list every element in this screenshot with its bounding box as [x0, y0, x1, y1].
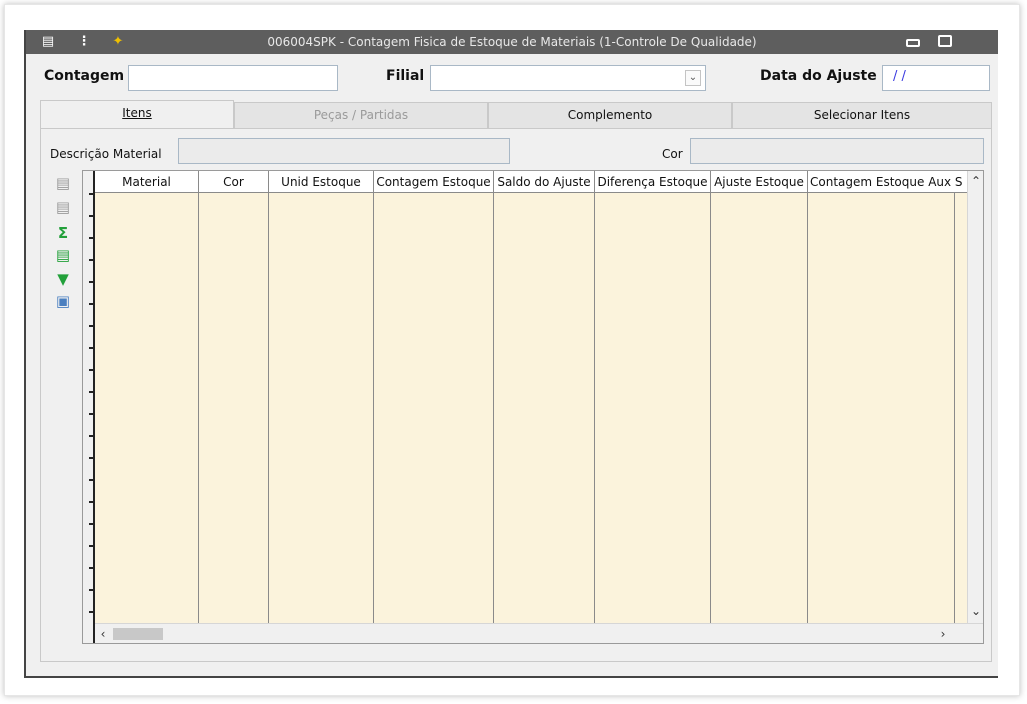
row-tick	[89, 545, 95, 547]
tab-complemento[interactable]: Complemento	[488, 102, 732, 128]
add-row-icon[interactable]: ▤	[54, 174, 72, 192]
column-divider	[710, 193, 711, 623]
row-tick	[89, 479, 95, 481]
row-header	[83, 171, 95, 643]
row-tick	[89, 347, 95, 349]
column-divider	[493, 193, 494, 623]
download-icon[interactable]: ▼	[54, 270, 72, 288]
row-tick	[89, 215, 95, 217]
column-divider	[198, 193, 199, 623]
column-divider	[954, 193, 955, 623]
chevron-up-icon[interactable]: ⌃	[968, 173, 983, 189]
chevron-left-icon[interactable]: ‹	[95, 626, 111, 642]
filial-label: Filial	[386, 68, 425, 84]
app-window: ▤ ⋮ ✦ 006004SPK - Contagem Fisica de Est…	[24, 30, 998, 678]
row-tick	[89, 193, 95, 195]
column-header-contagem-estoque-aux[interactable]: Contagem Estoque Aux S	[808, 171, 969, 193]
chevron-down-icon[interactable]: ⌄	[968, 603, 983, 619]
row-tick	[89, 237, 95, 239]
chevron-down-icon[interactable]: ⌄	[685, 70, 701, 86]
filial-select[interactable]: ⌄	[430, 65, 706, 91]
row-tick	[89, 435, 95, 437]
cor-input[interactable]	[690, 138, 984, 164]
export-icon[interactable]: ▤	[54, 246, 72, 264]
image-icon[interactable]: ▣	[54, 292, 72, 310]
row-tick	[89, 281, 95, 283]
remove-row-icon[interactable]: ▤	[54, 198, 72, 216]
row-tick	[89, 413, 95, 415]
row-tick	[89, 501, 95, 503]
vertical-scrollbar[interactable]: ⌃ ⌄	[967, 171, 983, 623]
scroll-thumb[interactable]	[113, 628, 163, 640]
tab-selecionar-itens[interactable]: Selecionar Itens	[732, 102, 992, 128]
tab-itens[interactable]: Itens	[40, 100, 234, 128]
title-bar: ▤ ⋮ ✦ 006004SPK - Contagem Fisica de Est…	[26, 30, 998, 54]
row-tick	[89, 259, 95, 261]
descricao-input[interactable]	[178, 138, 510, 164]
chevron-right-icon[interactable]: ›	[935, 626, 951, 642]
maximize-button[interactable]	[938, 35, 952, 47]
contagem-label: Contagem	[44, 68, 125, 84]
row-tick	[89, 325, 95, 327]
contagem-input[interactable]	[128, 65, 338, 91]
column-header-material[interactable]: Material	[95, 171, 199, 193]
column-divider	[268, 193, 269, 623]
row-tick	[89, 523, 95, 525]
row-tick	[89, 369, 95, 371]
sum-icon[interactable]: Σ	[54, 224, 72, 242]
column-header-saldo-ajuste[interactable]: Saldo do Ajuste	[494, 171, 595, 193]
row-tick	[89, 589, 95, 591]
data-ajuste-input[interactable]: / /	[882, 65, 990, 91]
column-divider	[594, 193, 595, 623]
window-title: 006004SPK - Contagem Fisica de Estoque d…	[267, 35, 757, 49]
column-divider	[807, 193, 808, 623]
row-tick	[89, 303, 95, 305]
descricao-label: Descrição Material	[50, 147, 162, 161]
tab-pecas-partidas[interactable]: Peças / Partidas	[234, 102, 488, 128]
column-header-unid-estoque[interactable]: Unid Estoque	[269, 171, 374, 193]
data-ajuste-label: Data do Ajuste	[760, 68, 877, 84]
minimize-button[interactable]	[906, 39, 920, 47]
row-tick	[89, 611, 95, 613]
column-header-contagem-estoque[interactable]: Contagem Estoque	[374, 171, 494, 193]
column-header-ajuste-estoque[interactable]: Ajuste Estoque	[711, 171, 808, 193]
row-tick	[89, 457, 95, 459]
items-grid[interactable]: Material Cor Unid Estoque Contagem Estoq…	[82, 170, 984, 644]
column-divider	[373, 193, 374, 623]
tab-strip: Itens Peças / Partidas Complemento Selec…	[40, 100, 992, 128]
row-tick	[89, 391, 95, 393]
horizontal-scrollbar[interactable]: ‹ ›	[95, 623, 983, 643]
column-header-diferenca-estoque[interactable]: Diferença Estoque	[595, 171, 711, 193]
column-header-cor[interactable]: Cor	[199, 171, 269, 193]
cor-label: Cor	[662, 147, 683, 161]
row-tick	[89, 567, 95, 569]
